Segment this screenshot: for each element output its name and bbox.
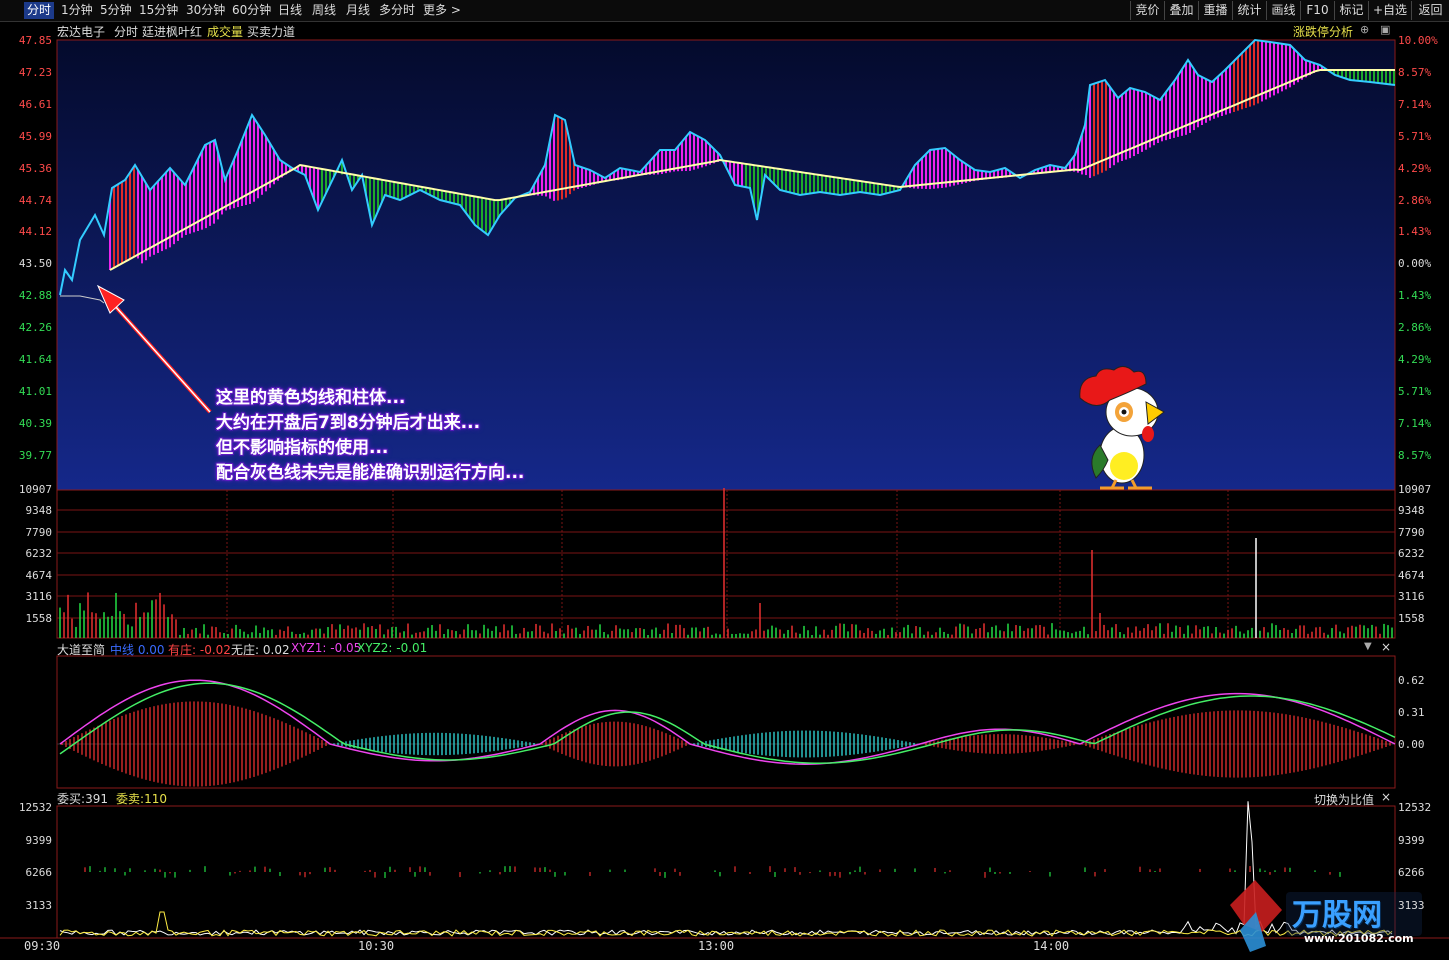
indicator-close-icon[interactable]: × xyxy=(1381,640,1391,654)
price-tick-left: 47.85 xyxy=(18,34,52,47)
price-tick-left: 44.12 xyxy=(18,225,52,239)
price-tick-left: 39.77 xyxy=(18,448,52,462)
settings-icon[interactable]: ⊕ xyxy=(1360,23,1369,36)
limit-analysis-link[interactable]: 涨跌停分析 xyxy=(1293,23,1353,40)
wuzhuang-label: 无庄: 0.02 xyxy=(231,643,290,657)
price-tick-right: 10.00% xyxy=(1398,34,1438,47)
panel-menu-icon[interactable]: ▣ xyxy=(1380,23,1390,36)
volume-grid xyxy=(57,490,1395,745)
price-tick-left: 41.01 xyxy=(18,384,52,398)
annotation-line: 这里的黄色均线和柱体... xyxy=(216,388,406,408)
order-tick-right: 9399 xyxy=(1398,834,1425,847)
price-tick-left: 42.26 xyxy=(18,321,52,335)
xyz2-label: XYZ2: -0.01 xyxy=(357,641,428,655)
time-label-1300: 13:00 xyxy=(698,939,735,953)
price-tick-right: 7.14% xyxy=(1398,97,1432,111)
indicator-tick: 0.31 xyxy=(1398,706,1425,719)
price-tick-left: 41.64 xyxy=(18,353,52,366)
volume-tick-left: 10907 xyxy=(18,483,52,496)
panel-frame xyxy=(56,805,1396,939)
order-bars xyxy=(84,866,1341,878)
annotation-line: 大约在开盘后7到8分钟后才出来... xyxy=(216,413,481,433)
buy-order-line xyxy=(59,801,1393,936)
price-tick-right: 7.14% xyxy=(1398,416,1432,430)
annotation-line: 配合灰色线未完是能准确识别运行方向... xyxy=(216,463,525,483)
volume-tick-left: 6232 xyxy=(25,547,53,560)
indicator-name: 廷进枫叶红 xyxy=(142,25,203,39)
volume-tick-right: 1558 xyxy=(1398,612,1425,625)
price-tick-right: 5.71% xyxy=(1398,129,1432,143)
stock-name: 宏达电子 xyxy=(57,25,106,39)
sell-order-line xyxy=(59,911,1393,937)
volume-tick-right: 3116 xyxy=(1398,590,1425,603)
youzhuang-label: 有庄: -0.02 xyxy=(168,643,231,657)
order-close-icon[interactable]: × xyxy=(1381,790,1391,804)
watermark-brand: 万股网 xyxy=(1292,898,1382,933)
order-tick-left: 3133 xyxy=(25,899,53,912)
volume-tick-left: 1558 xyxy=(25,612,53,625)
price-tick-right: 5.71% xyxy=(1398,384,1432,398)
price-tick-left: 47.23 xyxy=(18,65,52,79)
price-tick-right: 4.29% xyxy=(1398,161,1432,175)
price-tick-left: 43.50 xyxy=(18,257,52,271)
sell-order-label: 委卖:110 xyxy=(116,792,167,806)
price-tick-left: 46.61 xyxy=(18,97,52,111)
time-label-1400: 14:00 xyxy=(1033,939,1070,953)
order-tick-right: 3133 xyxy=(1398,899,1425,912)
order-tick-right: 6266 xyxy=(1398,866,1425,879)
order-tick-right: 12532 xyxy=(1398,801,1432,814)
volume-tick-right: 6232 xyxy=(1398,547,1425,560)
indicator-dropdown-icon[interactable]: ▼ xyxy=(1364,641,1372,652)
volume-tick-right: 10907 xyxy=(1398,483,1432,496)
time-label-0930: 09:30 xyxy=(24,939,61,953)
volume-tick-left: 7790 xyxy=(25,526,53,539)
price-tick-left: 45.36 xyxy=(18,161,52,175)
price-tick-right: 4.29% xyxy=(1398,353,1432,366)
trading-app: 分时 1分钟 5分钟 15分钟 30分钟 60分钟 日线 周线 月线 多分时 更… xyxy=(0,0,1449,960)
price-tick-left: 45.99 xyxy=(18,129,52,143)
order-tick-left: 6266 xyxy=(25,866,53,879)
order-tick-left: 12532 xyxy=(18,801,52,814)
volume-tick-left: 4674 xyxy=(25,569,53,582)
buy-order-label: 委买:391 xyxy=(57,792,108,806)
indicator-tick: 0.00 xyxy=(1398,738,1425,751)
indicator-line-xyz2 xyxy=(59,682,1396,764)
price-tick-right: 1.43% xyxy=(1398,289,1432,303)
watermark-url: www.201082.com xyxy=(1304,932,1414,945)
volume-tick-left: 3116 xyxy=(25,590,53,603)
force-label[interactable]: 买卖力道 xyxy=(247,23,295,40)
price-tick-left: 44.74 xyxy=(18,193,52,207)
mode-label: 分时 xyxy=(114,25,139,39)
volume-tick-right: 4674 xyxy=(1398,569,1425,582)
volume-tick-right: 7790 xyxy=(1398,526,1425,539)
indicator-tick: 0.62 xyxy=(1398,674,1425,687)
price-tick-right: 2.86% xyxy=(1398,321,1432,335)
switch-ratio-button[interactable]: 切换为比值 xyxy=(1314,791,1374,808)
volume-label[interactable]: 成交量 xyxy=(207,23,243,40)
price-tick-left: 42.88 xyxy=(18,289,52,303)
zhongxian-label: 中线 0.00 xyxy=(110,643,165,657)
volume-tick-left: 9348 xyxy=(25,504,53,517)
annotation-line: 但不影响指标的使用... xyxy=(216,438,389,458)
indicator-panel-title[interactable]: 大道至简 xyxy=(57,641,105,658)
price-tick-right: 1.43% xyxy=(1398,225,1432,239)
xyz1-label: XYZ1: -0.05 xyxy=(291,641,362,655)
panel-frame xyxy=(56,489,1396,639)
price-tick-right: 8.57% xyxy=(1398,448,1432,462)
annotation-text: 这里的黄色均线和柱体... 大约在开盘后7到8分钟后才出来... 但不影响指标的… xyxy=(216,386,524,486)
order-tick-left: 9399 xyxy=(25,834,53,847)
price-tick-right: 0.00% xyxy=(1398,257,1432,271)
indicator-line-xyz1 xyxy=(59,679,1396,765)
price-tick-right: 2.86% xyxy=(1398,193,1432,207)
volume-tick-right: 9348 xyxy=(1398,504,1425,517)
price-tick-left: 40.39 xyxy=(18,416,52,430)
price-tick-right: 8.57% xyxy=(1398,65,1432,79)
time-label-1030: 10:30 xyxy=(358,939,395,953)
